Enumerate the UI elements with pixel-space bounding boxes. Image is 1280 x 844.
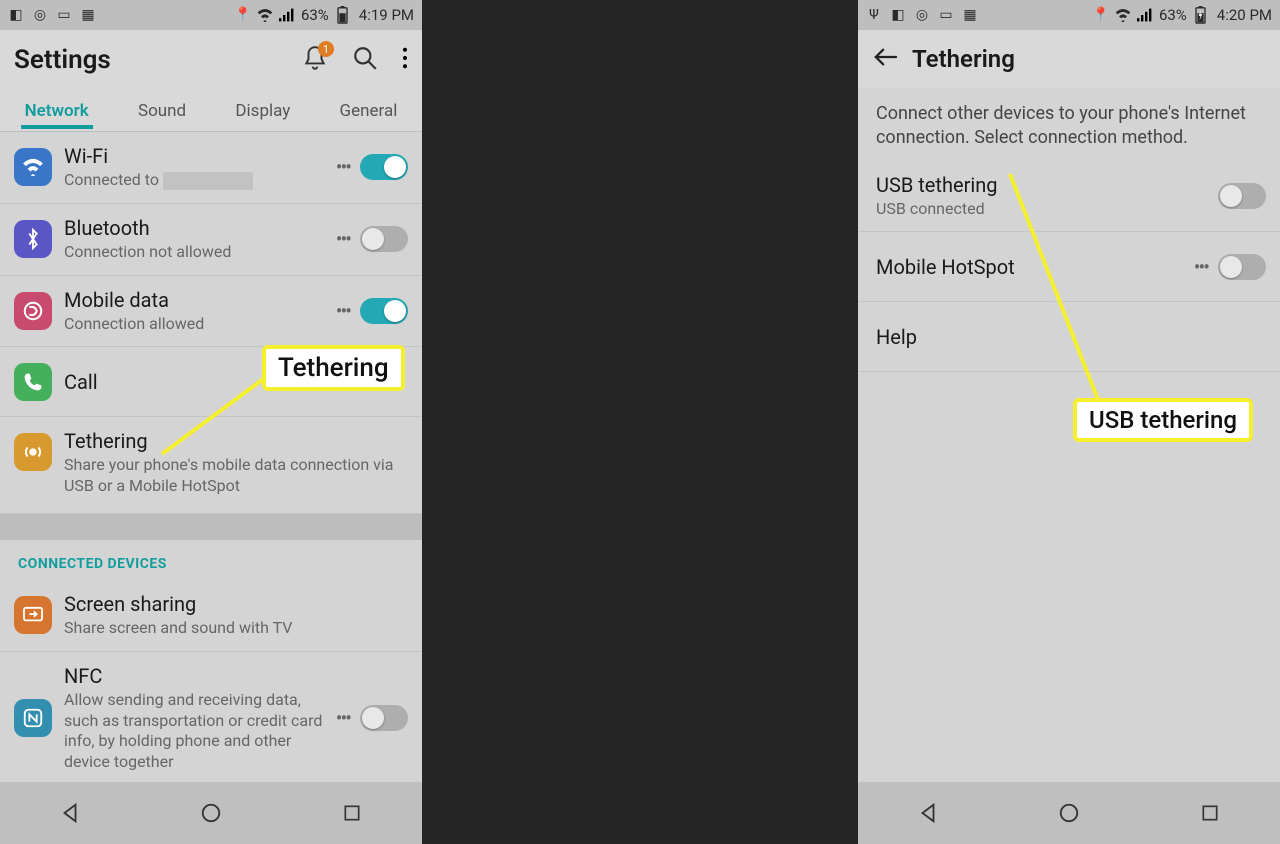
row-screen-sharing[interactable]: Screen sharing Share screen and sound wi… <box>0 580 422 652</box>
news-icon: ▦ <box>962 7 978 23</box>
clock-time: 4:19 PM <box>359 6 414 24</box>
usb-tethering-title: USB tethering <box>876 173 1218 197</box>
news-icon: ▦ <box>80 7 96 23</box>
tethering-header: Tethering <box>858 30 1280 88</box>
wifi-row-icon <box>14 148 52 186</box>
status-bar: ◧ ◎ ▭ ▦ 📍 63% 4:19 PM <box>0 0 422 30</box>
phone-tethering-right: Ψ ◧ ◎ ▭ ▦ 📍 63% 4:20 PM Tethering <box>858 0 1280 844</box>
settings-header: Settings 1 <box>0 30 422 90</box>
screen-sharing-sub: Share screen and sound with TV <box>64 618 408 639</box>
navigation-bar <box>0 782 422 844</box>
wifi-toggle[interactable] <box>360 154 408 180</box>
tethering-description: Connect other devices to your phone's In… <box>858 88 1280 161</box>
wifi-more-icon[interactable]: ••• <box>336 155 350 179</box>
bluetooth-toggle[interactable] <box>360 226 408 252</box>
tab-network[interactable]: Network <box>21 93 93 129</box>
row-usb-tethering[interactable]: USB tethering USB connected <box>858 161 1280 233</box>
tab-general[interactable]: General <box>336 93 402 129</box>
mobile-data-toggle[interactable] <box>360 298 408 324</box>
nav-back-icon[interactable] <box>56 799 84 827</box>
notifications-button[interactable]: 1 <box>302 45 328 75</box>
battery-charging-icon <box>1193 7 1209 23</box>
overflow-menu-icon[interactable] <box>402 47 408 73</box>
settings-tabs: Network Sound Display General <box>0 90 422 132</box>
battery-percent: 63% <box>1159 6 1187 24</box>
nav-home-icon[interactable] <box>1055 799 1083 827</box>
notification-badge: 1 <box>318 41 334 57</box>
row-wifi[interactable]: Wi-Fi Connected to ••• <box>0 132 422 204</box>
nfc-title: NFC <box>64 664 326 688</box>
navigation-bar <box>858 782 1280 844</box>
mobile-data-title: Mobile data <box>64 288 326 312</box>
nav-back-icon[interactable] <box>914 799 942 827</box>
bluetooth-more-icon[interactable]: ••• <box>336 227 350 251</box>
row-tethering[interactable]: Tethering Share your phone's mobile data… <box>0 417 422 514</box>
nfc-toggle[interactable] <box>360 705 408 731</box>
app-icon: ◧ <box>890 7 906 23</box>
row-nfc[interactable]: NFC Allow sending and receiving data, su… <box>0 652 422 782</box>
location-icon: 📍 <box>235 7 251 23</box>
nfc-more-icon[interactable]: ••• <box>336 706 350 730</box>
call-row-icon <box>14 363 52 401</box>
tethering-sub: Share your phone's mobile data connectio… <box>64 455 408 497</box>
page-title: Tethering <box>912 45 1015 73</box>
row-bluetooth[interactable]: Bluetooth Connection not allowed ••• <box>0 204 422 276</box>
battery-percent: 63% <box>301 6 329 24</box>
row-help[interactable]: Help <box>858 302 1280 372</box>
tethering-title: Tethering <box>64 429 408 453</box>
bluetooth-sub: Connection not allowed <box>64 242 326 263</box>
page-title: Settings <box>14 45 111 75</box>
wifi-sub: Connected to <box>64 170 326 191</box>
screen-sharing-title: Screen sharing <box>64 592 408 616</box>
battery-icon <box>335 7 351 23</box>
location-icon: 📍 <box>1093 7 1109 23</box>
call-title: Call <box>64 370 408 394</box>
photo-icon: ▭ <box>938 7 954 23</box>
row-mobile-hotspot[interactable]: Mobile HotSpot ••• <box>858 232 1280 302</box>
phone-settings-left: ◧ ◎ ▭ ▦ 📍 63% 4:19 PM Settings 1 <box>0 0 422 844</box>
ssid-redacted <box>163 172 253 190</box>
clock-time: 4:20 PM <box>1217 6 1272 24</box>
row-mobile-data[interactable]: Mobile data Connection allowed ••• <box>0 276 422 348</box>
mobile-data-sub: Connection allowed <box>64 314 326 335</box>
settings-body: Wi-Fi Connected to ••• Bluetooth Connect… <box>0 132 422 782</box>
search-icon[interactable] <box>352 45 378 75</box>
usb-tethering-toggle[interactable] <box>1218 183 1266 209</box>
nfc-sub: Allow sending and receiving data, such a… <box>64 690 326 773</box>
mobile-hotspot-more-icon[interactable]: ••• <box>1194 255 1208 279</box>
mobile-hotspot-toggle[interactable] <box>1218 254 1266 280</box>
wifi-icon <box>1115 7 1131 23</box>
usb-icon: Ψ <box>866 7 882 23</box>
nav-recent-icon[interactable] <box>338 799 366 827</box>
signal-icon <box>1137 7 1153 23</box>
bluetooth-title: Bluetooth <box>64 216 326 240</box>
tab-display[interactable]: Display <box>231 93 294 129</box>
signal-icon <box>279 7 295 23</box>
back-arrow-icon[interactable] <box>872 46 898 72</box>
usb-tethering-sub: USB connected <box>876 199 1218 220</box>
callout-usb-tethering: USB tethering <box>1073 398 1253 442</box>
mobile-data-row-icon <box>14 292 52 330</box>
status-bar: Ψ ◧ ◎ ▭ ▦ 📍 63% 4:20 PM <box>858 0 1280 30</box>
nav-recent-icon[interactable] <box>1196 799 1224 827</box>
screen-sharing-row-icon <box>14 596 52 634</box>
photo-icon: ▭ <box>56 7 72 23</box>
nfc-row-icon <box>14 699 52 737</box>
tab-sound[interactable]: Sound <box>134 93 190 129</box>
section-header-connected: CONNECTED DEVICES <box>0 540 422 580</box>
wifi-title: Wi-Fi <box>64 144 326 168</box>
instagram-icon: ◎ <box>914 7 930 23</box>
section-divider <box>0 514 422 540</box>
help-title: Help <box>876 325 1266 349</box>
mobile-hotspot-title: Mobile HotSpot <box>876 255 1184 279</box>
mobile-data-more-icon[interactable]: ••• <box>336 299 350 323</box>
nav-home-icon[interactable] <box>197 799 225 827</box>
tethering-body: Connect other devices to your phone's In… <box>858 88 1280 782</box>
tethering-row-icon <box>14 433 52 471</box>
instagram-icon: ◎ <box>32 7 48 23</box>
app-icon: ◧ <box>8 7 24 23</box>
row-call[interactable]: Call <box>0 347 422 417</box>
bluetooth-row-icon <box>14 220 52 258</box>
wifi-icon <box>257 7 273 23</box>
